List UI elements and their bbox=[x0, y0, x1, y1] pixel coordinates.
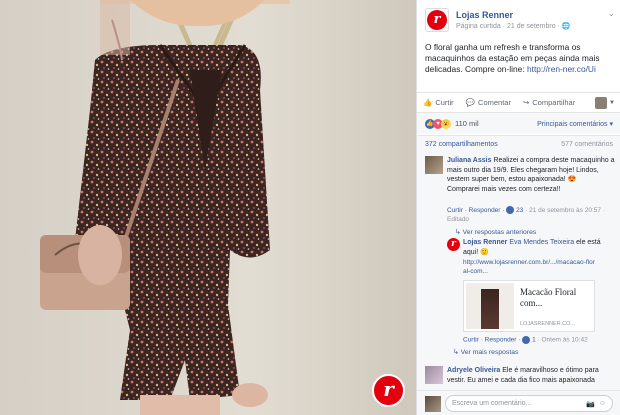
reply-author-avatar[interactable]: r bbox=[447, 238, 460, 251]
post-header: r Lojas Renner Página curtida · 21 de se… bbox=[425, 8, 615, 32]
comments-count: 577 comentários bbox=[561, 140, 613, 148]
thumbs-up-icon: 👍 bbox=[423, 98, 433, 107]
comment-composer: Escreva um comentário... 📷 ☺ bbox=[417, 390, 620, 415]
wow-reaction-icon: 😮 bbox=[441, 118, 451, 129]
reply-arrow-icon: ↳ bbox=[453, 349, 461, 356]
camera-icon[interactable]: 📷 bbox=[586, 400, 595, 408]
comment-icon: 💬 bbox=[465, 98, 476, 107]
comment-placeholder: Escreva um comentário... bbox=[452, 400, 532, 407]
preview-domain: LOJASRENNER.CO... bbox=[520, 321, 576, 327]
page-name[interactable]: Lojas Renner bbox=[456, 10, 513, 20]
post-as-selector[interactable]: ▼ bbox=[595, 96, 615, 109]
commenter-avatar[interactable] bbox=[425, 366, 443, 384]
photo-illustration bbox=[0, 0, 416, 415]
composer-avatar bbox=[425, 396, 441, 412]
heart-eyes-icon: 😍 bbox=[567, 176, 577, 184]
comment-author[interactable]: Juliana Assis bbox=[447, 157, 492, 164]
like-count-icon bbox=[506, 206, 515, 215]
post-photo[interactable]: r bbox=[0, 0, 416, 415]
reply-author[interactable]: Lojas Renner bbox=[463, 239, 507, 246]
brand-watermark-logo: r bbox=[372, 374, 405, 407]
reply-arrow-icon: ↳ bbox=[455, 229, 463, 236]
share-icon: ↪ bbox=[522, 98, 530, 107]
comment-button[interactable]: 💬 Comentar bbox=[466, 98, 511, 107]
chevron-down-icon[interactable]: ⌄ bbox=[607, 8, 615, 19]
like-button[interactable]: 👍 Curtir bbox=[423, 98, 454, 107]
comment-author[interactable]: Adryele Oliveira bbox=[447, 367, 500, 374]
link-preview-card[interactable]: Macacão Floral com... LOJASRENNER.CO... bbox=[463, 280, 595, 332]
post-actions-bar: 👍 Curtir 💬 Comentar ↪ Compartilhar ▼ bbox=[417, 92, 620, 112]
commenter-avatar[interactable] bbox=[425, 156, 443, 174]
globe-icon: 🌐 bbox=[561, 23, 571, 30]
shares-count[interactable]: 372 compartilhamentos bbox=[425, 141, 498, 148]
like-count-icon bbox=[522, 336, 531, 344]
view-previous-replies[interactable]: ↳ Ver respostas anteriores bbox=[455, 228, 536, 236]
page-avatar[interactable]: r bbox=[425, 8, 449, 32]
post-sidebar: r Lojas Renner Página curtida · 21 de se… bbox=[416, 0, 620, 415]
reply-actions[interactable]: Curtir · Responder · bbox=[463, 337, 522, 344]
comment-text-2: Comprarei mais vezes com certeza!! bbox=[447, 185, 561, 193]
post-link[interactable]: http://ren-ner.co/Ui bbox=[527, 64, 596, 74]
reply-time: · Ontem às 10:42 bbox=[535, 336, 588, 344]
emoji-icon[interactable]: ☺ bbox=[599, 400, 606, 407]
caret-down-icon: ▼ bbox=[609, 99, 615, 106]
reply-link[interactable]: http://www.lojasrenner.com.br/.../macaca… bbox=[463, 258, 598, 276]
comment-sort-dropdown[interactable]: Principais comentários ▾ bbox=[537, 120, 613, 128]
reply-mention[interactable]: Eva Mendes Teixeira bbox=[509, 239, 574, 246]
post-text: O floral ganha um refresh e transforma o… bbox=[425, 42, 600, 74]
preview-thumbnail bbox=[466, 283, 514, 329]
reactions-row: 👍 ♥ 😮 110 mil Principais comentários ▾ bbox=[417, 112, 620, 134]
post-meta[interactable]: Página curtida · 21 de setembro · bbox=[456, 23, 562, 30]
smile-icon: 🙂 bbox=[480, 248, 489, 256]
view-more-replies[interactable]: ↳ Ver mais respostas bbox=[453, 348, 518, 356]
preview-title: Macacão Floral com... bbox=[520, 287, 577, 308]
comment-actions[interactable]: Curtir · Responder · bbox=[447, 207, 506, 214]
share-button[interactable]: ↪ Compartilhar bbox=[523, 98, 575, 107]
counts-row: 372 compartilhamentos 577 comentários bbox=[417, 135, 620, 152]
comment-input[interactable]: Escreva um comentário... 📷 ☺ bbox=[445, 395, 613, 412]
reactions-summary[interactable]: 👍 ♥ 😮 110 mil bbox=[425, 118, 479, 129]
user-avatar-icon bbox=[595, 96, 608, 109]
comments-list: Juliana Assis Realizei a compra deste ma… bbox=[417, 152, 620, 390]
